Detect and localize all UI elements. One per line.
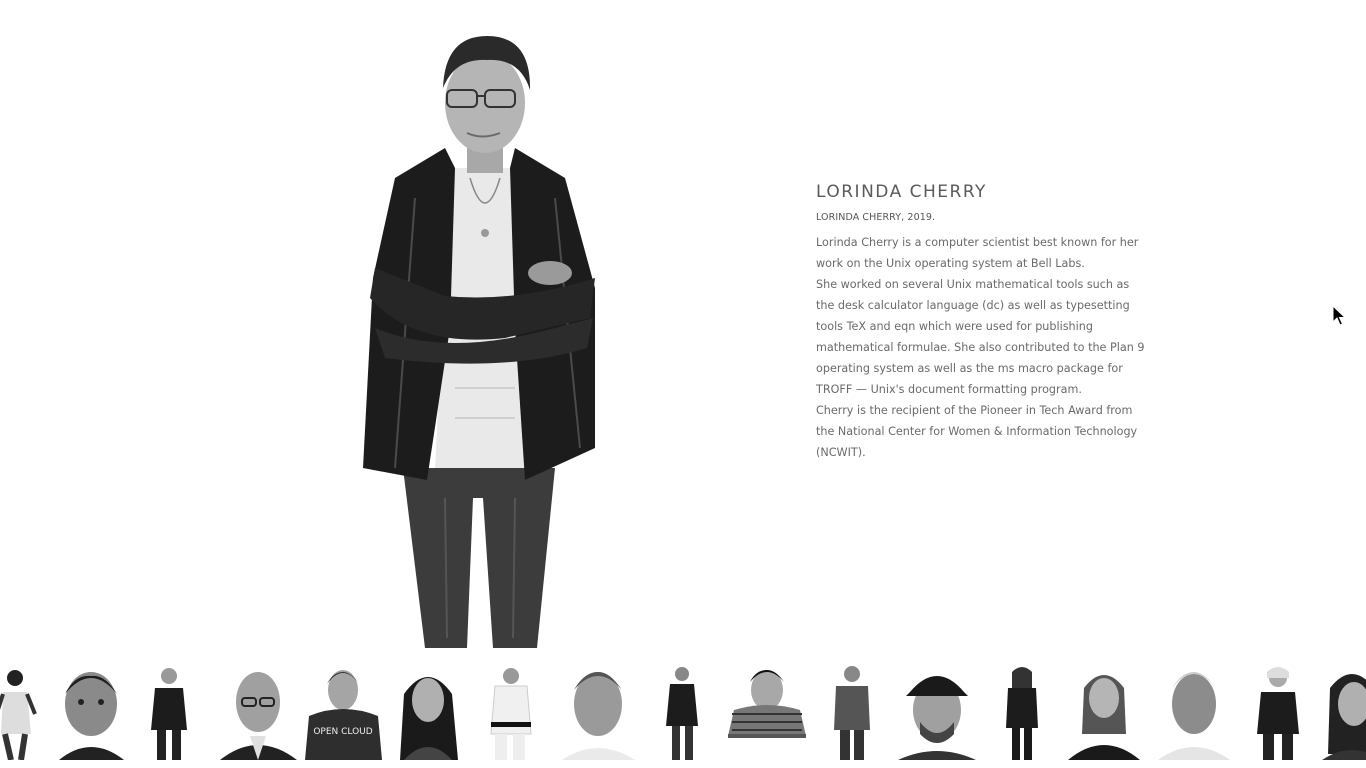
portrait-thumbnail[interactable] bbox=[660, 664, 705, 760]
bio-paragraph: Lorinda Cherry is a computer scientist b… bbox=[816, 236, 1139, 270]
portrait-thumbnail[interactable] bbox=[55, 664, 128, 760]
shirt-text: OPEN CLOUD bbox=[313, 727, 372, 737]
bio-paragraph: She worked on several Unix mathematical … bbox=[816, 278, 1145, 396]
portrait-thumbnail[interactable] bbox=[1158, 664, 1230, 760]
bio-panel: LORINDA CHERRY LORINDA CHERRY, 2019. Lor… bbox=[816, 180, 1146, 463]
portrait-thumbnail[interactable] bbox=[1243, 664, 1313, 760]
portrait-thumbnail[interactable] bbox=[475, 664, 545, 760]
bio-paragraph: Cherry is the recipient of the Pioneer i… bbox=[816, 404, 1138, 459]
mouse-pointer-icon bbox=[1332, 304, 1347, 327]
portrait-thumbnail[interactable] bbox=[0, 664, 40, 760]
portrait-thumbnail[interactable]: OPEN CLOUD bbox=[305, 664, 382, 760]
portrait-thumbnail[interactable] bbox=[390, 664, 467, 760]
portrait-thumbnail[interactable] bbox=[1322, 664, 1366, 760]
portrait-thumbnail[interactable] bbox=[828, 664, 876, 760]
person-name: LORINDA CHERRY bbox=[816, 182, 987, 202]
portrait-thumbnail[interactable] bbox=[143, 664, 195, 760]
photo-caption: LORINDA CHERRY, 2019. bbox=[816, 212, 936, 223]
portrait-thumbnail[interactable] bbox=[898, 664, 976, 760]
portrait-thumbnail[interactable] bbox=[728, 664, 806, 760]
portrait-thumbnail[interactable] bbox=[1068, 664, 1140, 760]
main-portrait-image bbox=[355, 28, 605, 648]
portrait-thumbnail[interactable] bbox=[220, 664, 297, 760]
portrait-thumbnail[interactable] bbox=[998, 664, 1046, 760]
portrait-thumbnail-strip[interactable]: OPEN CLOUD bbox=[0, 664, 1366, 760]
portrait-thumbnail[interactable] bbox=[560, 664, 637, 760]
